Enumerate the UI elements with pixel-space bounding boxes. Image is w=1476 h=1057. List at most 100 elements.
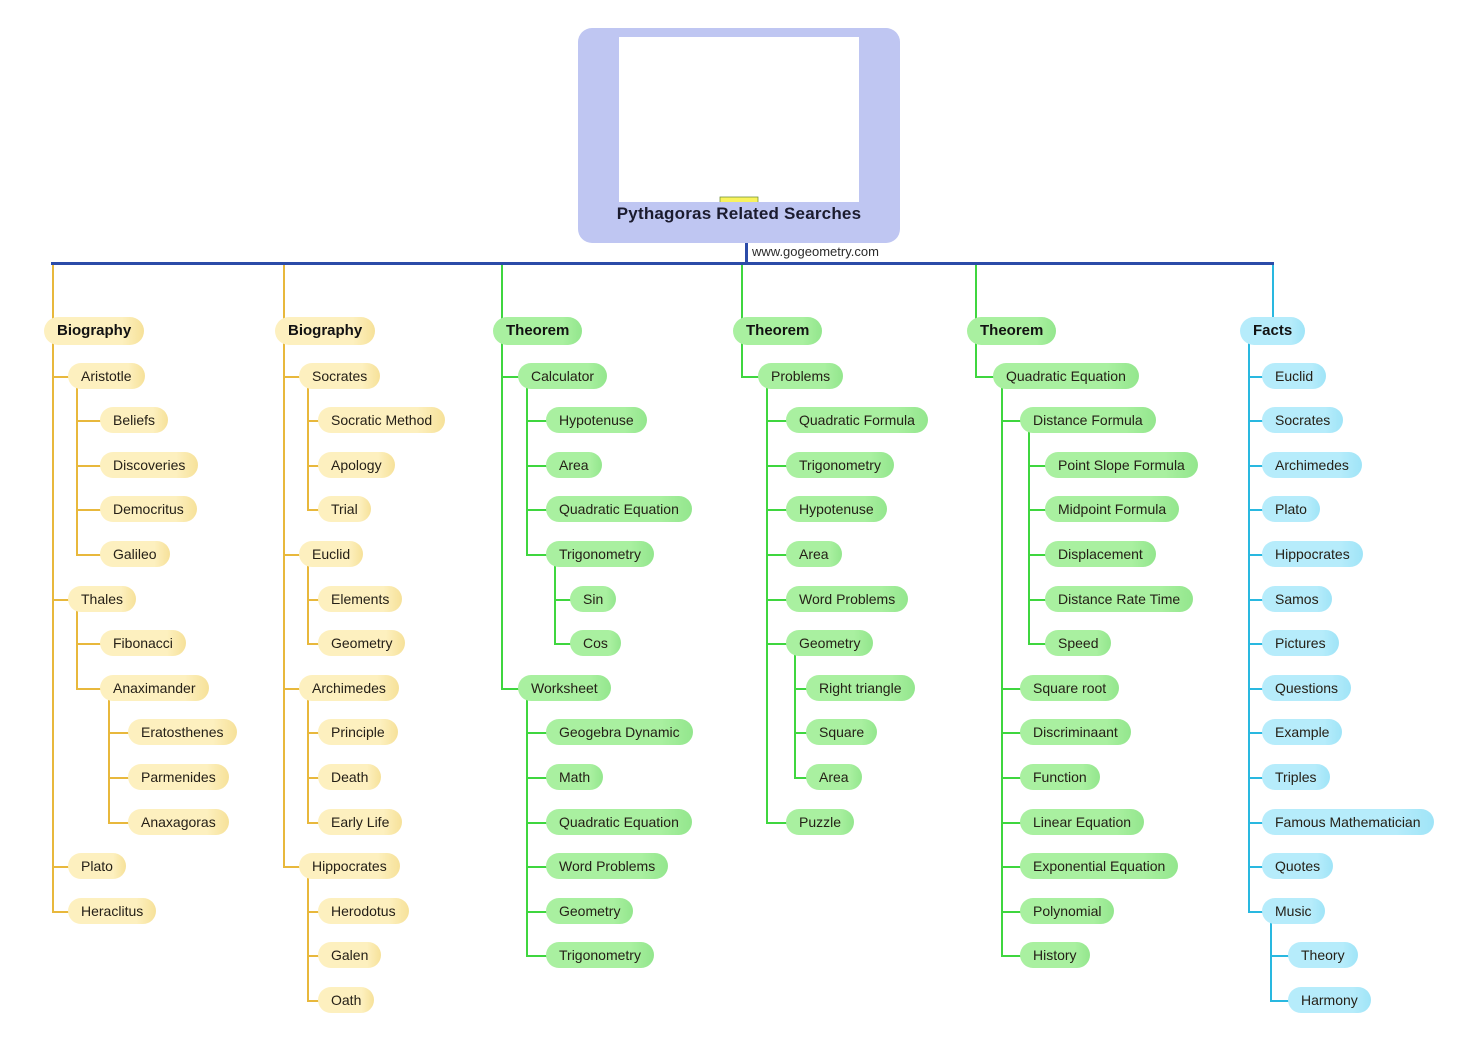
- topic-node[interactable]: Quadratic Formula: [786, 407, 928, 434]
- topic-node[interactable]: Famous Mathematician: [1262, 808, 1434, 835]
- topic-node[interactable]: Distance Formula: [1020, 407, 1156, 434]
- topic-node[interactable]: Euclid: [1262, 362, 1327, 389]
- branch-node[interactable]: Theorem: [493, 317, 583, 345]
- topic-node[interactable]: Trigonometry: [546, 942, 654, 969]
- connector-vertical: [1001, 384, 1003, 956]
- topic-node[interactable]: Geogebra Dynamic: [546, 719, 693, 746]
- site-label: www.gogeometry.com: [752, 244, 879, 259]
- topic-node[interactable]: Quadratic Equation: [546, 496, 692, 523]
- topic-node[interactable]: Discoveries: [100, 451, 199, 478]
- topic-node[interactable]: Geometry: [786, 630, 874, 657]
- topic-node[interactable]: Quadratic Equation: [993, 362, 1139, 389]
- topic-node[interactable]: Apology: [318, 451, 395, 478]
- topic-node[interactable]: Democritus: [100, 496, 197, 523]
- topic-node[interactable]: Galen: [318, 942, 382, 969]
- topic-node[interactable]: Anaxagoras: [128, 808, 229, 835]
- topic-node[interactable]: Point Slope Formula: [1045, 451, 1198, 478]
- topic-node[interactable]: Socratic Method: [318, 407, 446, 434]
- topic-node[interactable]: Plato: [1262, 496, 1320, 523]
- topic-node[interactable]: Herodotus: [318, 897, 409, 924]
- topic-node[interactable]: Euclid: [299, 541, 364, 567]
- topic-node[interactable]: Thales: [68, 585, 137, 612]
- topic-node[interactable]: Square: [806, 719, 878, 746]
- topic-node[interactable]: Displacement: [1045, 541, 1156, 567]
- topic-node[interactable]: Elements: [318, 585, 403, 612]
- topic-node[interactable]: Exponential Equation: [1020, 853, 1179, 880]
- topic-node[interactable]: History: [1020, 942, 1090, 969]
- topic-node[interactable]: Questions: [1262, 674, 1352, 701]
- topic-node[interactable]: Hippocrates: [1262, 541, 1363, 567]
- topic-node[interactable]: Calculator: [518, 362, 608, 389]
- connector-vertical: [1028, 429, 1030, 644]
- topic-node[interactable]: Area: [786, 541, 842, 567]
- topic-node[interactable]: Geometry: [318, 630, 406, 657]
- topic-node[interactable]: Principle: [318, 719, 398, 746]
- topic-node[interactable]: Quadratic Equation: [546, 808, 692, 835]
- topic-node[interactable]: Anaximander: [100, 674, 209, 701]
- topic-node[interactable]: Hypotenuse: [546, 407, 647, 434]
- branch-node[interactable]: Biography: [44, 317, 145, 345]
- topic-node[interactable]: Parmenides: [128, 764, 229, 790]
- topic-node[interactable]: Aristotle: [68, 362, 145, 389]
- connector-vertical: [307, 696, 309, 822]
- topic-node[interactable]: Plato: [68, 853, 126, 880]
- topic-node[interactable]: Polynomial: [1020, 897, 1115, 924]
- root-node[interactable]: Pythagoras Related Searches: [578, 28, 900, 243]
- topic-node[interactable]: Square root: [1020, 674, 1120, 701]
- topic-node[interactable]: Galileo: [100, 541, 170, 567]
- connector-vertical: [307, 384, 309, 510]
- topic-node[interactable]: Eratosthenes: [128, 719, 237, 746]
- topic-node[interactable]: Word Problems: [786, 585, 909, 612]
- connector-vertical: [975, 341, 977, 376]
- topic-node[interactable]: Linear Equation: [1020, 808, 1145, 835]
- topic-node[interactable]: Cos: [570, 630, 621, 657]
- topic-node[interactable]: Theory: [1288, 942, 1358, 969]
- topic-node[interactable]: Math: [546, 764, 604, 790]
- root-title: Pythagoras Related Searches: [616, 204, 862, 223]
- pythagoras-tree-fractal-icon: [619, 37, 859, 202]
- topic-node[interactable]: Trigonometry: [546, 541, 654, 567]
- topic-node[interactable]: Fibonacci: [100, 630, 186, 657]
- topic-node[interactable]: Geometry: [546, 897, 634, 924]
- branch-node[interactable]: Facts: [1240, 317, 1306, 345]
- topic-node[interactable]: Quotes: [1262, 853, 1334, 880]
- branch-node[interactable]: Biography: [275, 317, 376, 345]
- topic-node[interactable]: Beliefs: [100, 407, 169, 434]
- topic-node[interactable]: Socrates: [299, 362, 381, 389]
- topic-node[interactable]: Distance Rate Time: [1045, 585, 1194, 612]
- topic-node[interactable]: Archimedes: [1262, 451, 1362, 478]
- topic-node[interactable]: Music: [1262, 897, 1325, 924]
- topic-node[interactable]: Hippocrates: [299, 853, 400, 880]
- topic-node[interactable]: Midpoint Formula: [1045, 496, 1180, 523]
- topic-node[interactable]: Sin: [570, 585, 617, 612]
- topic-node[interactable]: Function: [1020, 764, 1100, 790]
- topic-node[interactable]: Heraclitus: [68, 897, 157, 924]
- branch-node[interactable]: Theorem: [967, 317, 1057, 345]
- topic-node[interactable]: Worksheet: [518, 674, 611, 701]
- topic-node[interactable]: Socrates: [1262, 407, 1344, 434]
- topic-node[interactable]: Pictures: [1262, 630, 1339, 657]
- topic-node[interactable]: Early Life: [318, 808, 403, 835]
- topic-node[interactable]: Speed: [1045, 630, 1112, 657]
- topic-node[interactable]: Samos: [1262, 585, 1332, 612]
- branch-node[interactable]: Theorem: [733, 317, 823, 345]
- topic-node[interactable]: Death: [318, 764, 382, 790]
- topic-node[interactable]: Area: [546, 451, 602, 478]
- topic-node[interactable]: Example: [1262, 719, 1343, 746]
- topic-node[interactable]: Trigonometry: [786, 451, 894, 478]
- topic-node[interactable]: Right triangle: [806, 674, 915, 701]
- connector-vertical: [794, 652, 796, 777]
- connector-vertical: [741, 262, 743, 319]
- topic-node[interactable]: Trial: [318, 496, 371, 523]
- topic-node[interactable]: Archimedes: [299, 674, 399, 701]
- topic-node[interactable]: Triples: [1262, 764, 1330, 790]
- connector-vertical: [501, 341, 503, 688]
- topic-node[interactable]: Area: [806, 764, 862, 790]
- topic-node[interactable]: Problems: [758, 362, 844, 389]
- topic-node[interactable]: Word Problems: [546, 853, 669, 880]
- topic-node[interactable]: Harmony: [1288, 987, 1371, 1013]
- topic-node[interactable]: Puzzle: [786, 808, 855, 835]
- topic-node[interactable]: Discriminaant: [1020, 719, 1131, 746]
- topic-node[interactable]: Oath: [318, 987, 375, 1013]
- topic-node[interactable]: Hypotenuse: [786, 496, 887, 523]
